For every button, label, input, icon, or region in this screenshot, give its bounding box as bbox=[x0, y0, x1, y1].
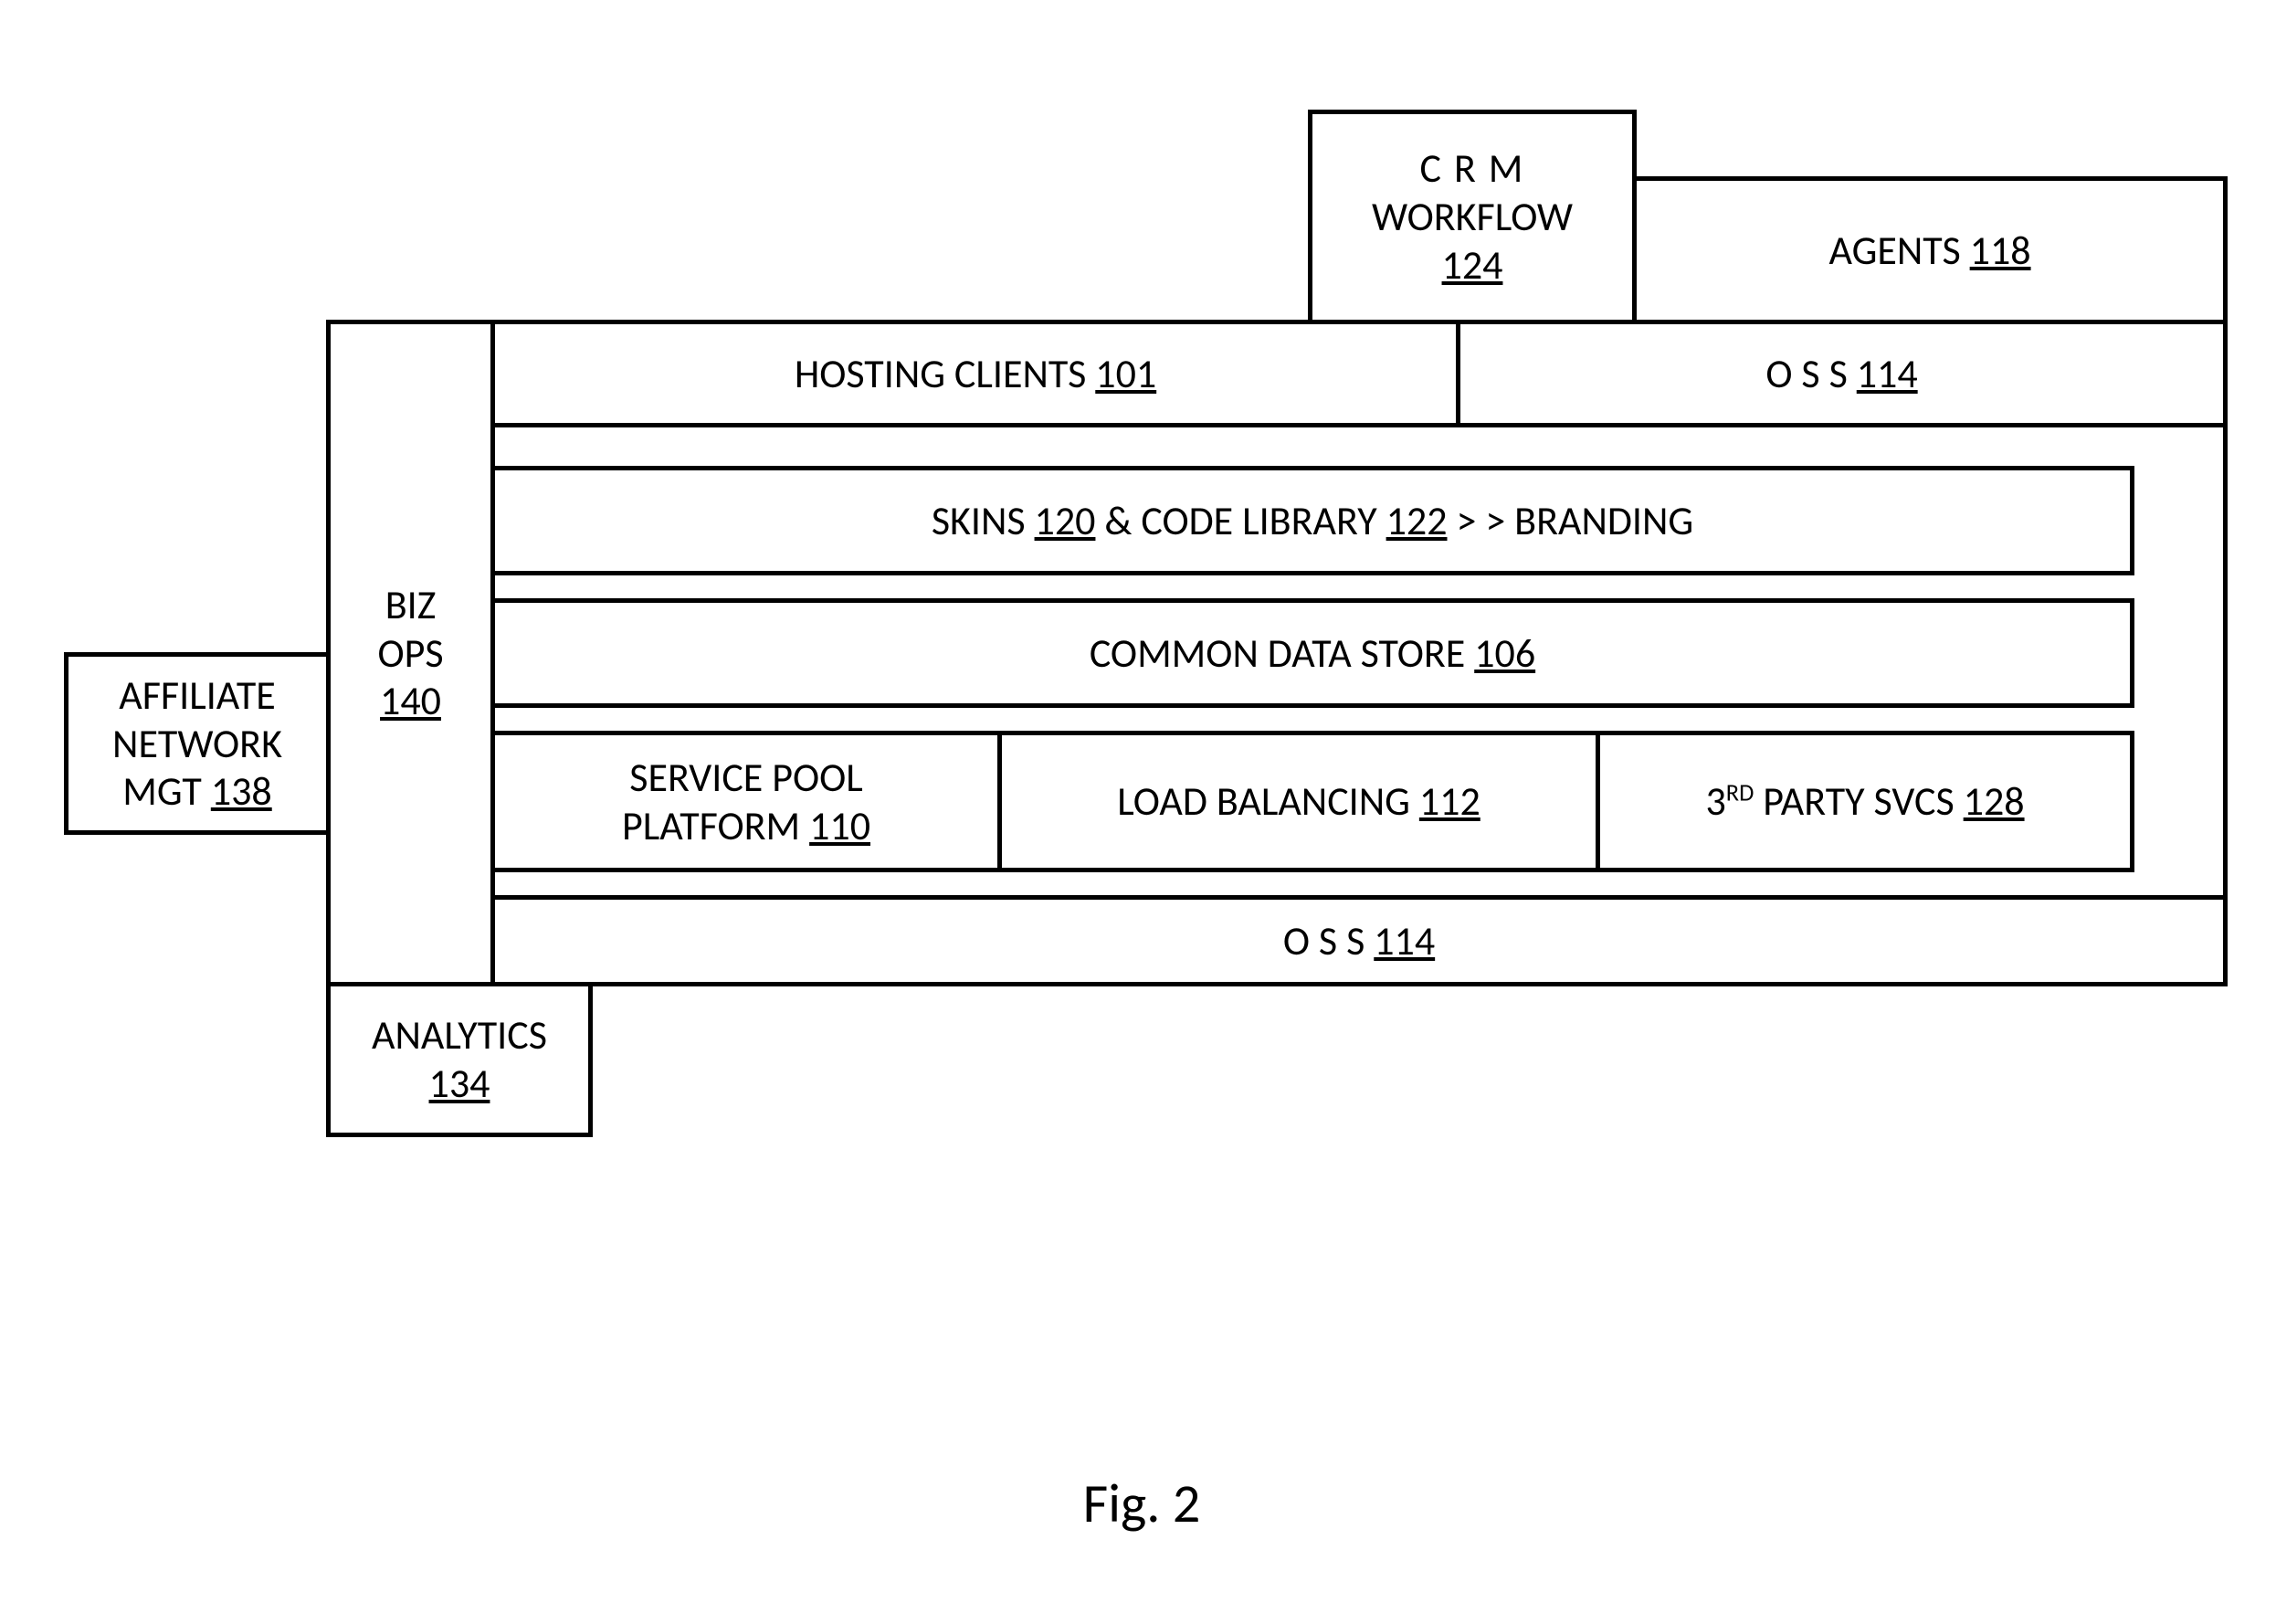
crm-ref: 124 bbox=[1442, 240, 1503, 290]
skins-ref2: 122 bbox=[1386, 496, 1448, 545]
skins-pre: SKINS bbox=[932, 496, 1026, 545]
bizops-l2: OPS bbox=[377, 628, 443, 678]
cds-label: COMMON DATA STORE bbox=[1090, 628, 1465, 678]
thirdparty-pre: 3 bbox=[1705, 776, 1725, 826]
affiliate-l2: NETWORK bbox=[112, 719, 282, 768]
affiliate-l3pre: MGT bbox=[122, 766, 202, 816]
oss-bottom-box: O S S 114 bbox=[490, 895, 2228, 986]
skins-mid: & CODE LIBRARY bbox=[1104, 496, 1376, 545]
hosting-ref: 101 bbox=[1095, 349, 1156, 398]
oss-top-ref: 114 bbox=[1857, 349, 1918, 398]
analytics-ref: 134 bbox=[429, 1059, 490, 1108]
biz-ops-box: BIZ OPS 140 bbox=[326, 320, 495, 986]
loadbal-label: LOAD BALANCING bbox=[1117, 776, 1410, 826]
analytics-label: ANALYTICS bbox=[372, 1010, 547, 1060]
thirdparty-rest: PARTY SVCS bbox=[1763, 776, 1954, 826]
skins-tail: > > BRANDING bbox=[1456, 496, 1693, 545]
crm-workflow-box: C R M WORKFLOW 124 bbox=[1308, 110, 1637, 324]
common-data-store-box: COMMON DATA STORE 106 bbox=[490, 598, 2134, 708]
svcpool-l2pre: PLATFORM bbox=[622, 801, 800, 850]
cds-ref: 106 bbox=[1474, 628, 1535, 678]
affiliate-ref: 138 bbox=[211, 766, 272, 816]
loadbal-ref: 112 bbox=[1419, 776, 1480, 826]
oss-top-box: O S S 114 bbox=[1456, 320, 2228, 427]
svcpool-l1: SERVICE POOL bbox=[629, 753, 862, 802]
hosting-label: HOSTING CLIENTS bbox=[795, 349, 1086, 398]
diagram-stage: C R M WORKFLOW 124 AGENTS 118 AFFILIATE … bbox=[0, 0, 2276, 1624]
affiliate-l1: AFFILIATE bbox=[119, 670, 276, 720]
service-pool-box: SERVICE POOL PLATFORM 110 bbox=[490, 731, 1002, 872]
bizops-l1: BIZ bbox=[385, 580, 437, 629]
skins-branding-box: SKINS 120 & CODE LIBRARY 122 > > BRANDIN… bbox=[490, 466, 2134, 575]
thirdparty-sup: RD bbox=[1726, 778, 1754, 807]
bizops-ref: 140 bbox=[380, 676, 441, 725]
figure-caption: Fig. 2 bbox=[1005, 1471, 1279, 1537]
analytics-box: ANALYTICS 134 bbox=[326, 982, 593, 1137]
third-party-svcs-box: 3RD PARTY SVCS 128 bbox=[1596, 731, 2134, 872]
crm-line1: C R M bbox=[1420, 143, 1525, 193]
svcpool-ref: 110 bbox=[809, 801, 870, 850]
hosting-clients-box: HOSTING CLIENTS 101 bbox=[490, 320, 1460, 427]
load-balancing-box: LOAD BALANCING 112 bbox=[997, 731, 1600, 872]
oss-bottom-label: O S S bbox=[1283, 916, 1365, 965]
skins-ref1: 120 bbox=[1035, 496, 1096, 545]
figure-caption-text: Fig. 2 bbox=[1083, 1471, 1201, 1537]
agents-ref: 118 bbox=[1970, 226, 2031, 275]
agents-box: AGENTS 118 bbox=[1632, 176, 2228, 324]
oss-bottom-ref: 114 bbox=[1374, 916, 1435, 965]
agents-label: AGENTS bbox=[1828, 226, 1960, 275]
affiliate-network-box: AFFILIATE NETWORK MGT 138 bbox=[64, 652, 331, 835]
oss-top-label: O S S bbox=[1765, 349, 1847, 398]
thirdparty-ref: 128 bbox=[1964, 776, 2025, 826]
crm-line2: WORKFLOW bbox=[1372, 192, 1573, 241]
